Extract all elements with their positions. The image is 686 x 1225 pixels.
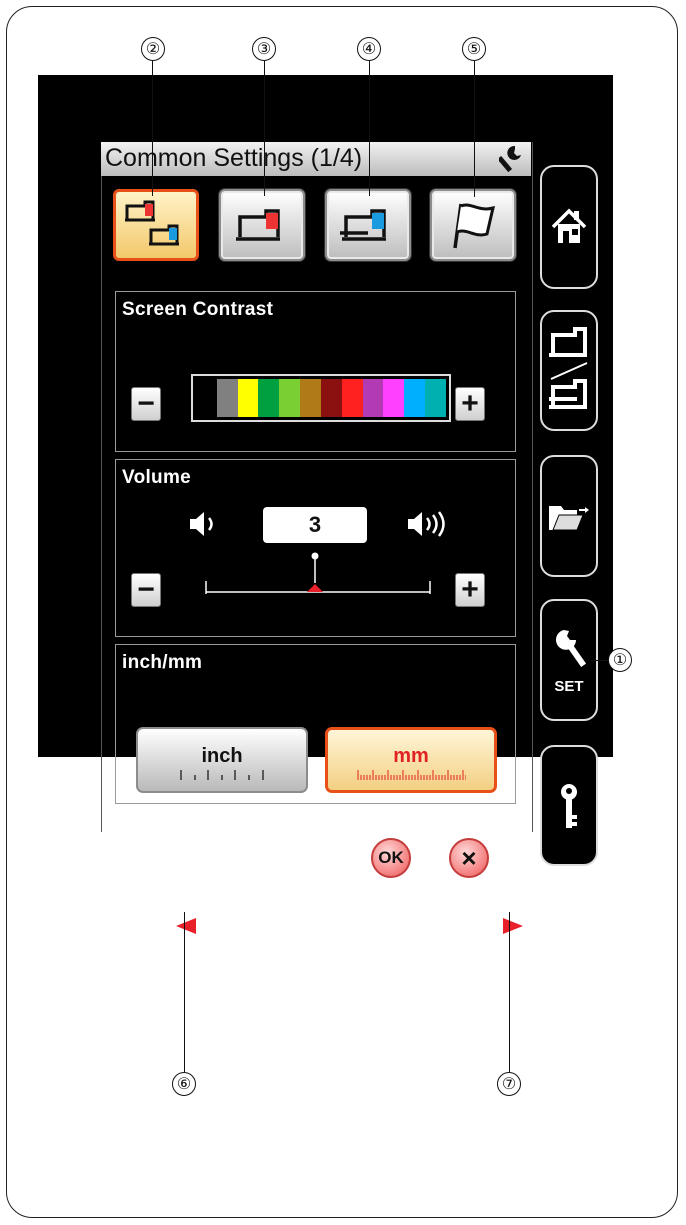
callout-6: ⑥ [172,1072,196,1096]
inch-button[interactable]: inch [136,727,308,793]
contrast-swatch [425,379,446,417]
callout-7-leader [509,912,511,1072]
callout-4-leader [369,61,371,196]
speaker-high-icon [406,509,450,544]
mm-ruler-icon [357,769,466,780]
tab-sewing-settings[interactable] [219,189,305,261]
common-machine-icon [125,200,179,246]
contrast-swatch [300,379,321,417]
contrast-swatch [258,379,280,417]
mode-switch-button[interactable] [540,310,598,431]
contrast-swatch [216,379,238,417]
contrast-swatch [341,379,363,417]
contrast-swatch [404,379,426,417]
inch-button-label: inch [201,744,243,767]
screen-contrast-group: Screen Contrast − + [115,291,516,452]
sewing-machine-icon [236,209,280,241]
volume-slider[interactable] [204,552,434,594]
lock-button[interactable] [540,745,598,866]
wrench-icon [497,144,525,177]
page-forward-key[interactable] [451,885,591,965]
mm-button[interactable]: mm [325,727,497,793]
set-wrench-icon [556,629,587,667]
home-button[interactable] [540,165,598,289]
cancel-button[interactable]: × [449,838,489,878]
contrast-swatch [237,379,259,417]
tab-embroidery-settings[interactable] [325,189,411,261]
set-label: SET [554,677,584,695]
callout-5: ⑤ [462,37,486,61]
contrast-swatch [196,379,217,417]
callout-3: ③ [252,37,276,61]
contrast-minus-button[interactable]: − [131,387,161,421]
settings-button[interactable]: SET [540,599,598,721]
page-back-key[interactable] [108,885,248,965]
tab-common-settings[interactable] [113,189,199,261]
callout-2: ② [141,37,165,61]
callout-1-leader [591,660,608,662]
title-bar: Common Settings (1/4) [101,142,531,176]
callout-5-leader [474,61,476,197]
callout-3-leader [264,61,266,196]
speaker-low-icon [188,509,222,544]
volume-minus-button[interactable]: − [131,573,161,607]
callout-7: ⑦ [497,1072,521,1096]
mode-switch-icon [549,326,588,409]
center-grip [264,887,427,963]
callout-6-leader [184,912,186,1072]
callout-4: ④ [357,37,381,61]
units-group: inch/mm inch mm [115,644,516,804]
ok-button[interactable]: OK [371,838,411,878]
home-icon [551,208,587,243]
callout-2-leader [152,61,154,196]
contrast-swatch [279,379,301,417]
page-title: Common Settings (1/4) [105,144,363,172]
inch-ruler-icon [180,769,264,780]
screen-contrast-label: Screen Contrast [122,299,274,320]
contrast-swatch [362,379,384,417]
volume-label: Volume [122,467,192,488]
mm-button-label: mm [393,744,429,767]
callout-1: ① [608,648,632,672]
units-label: inch/mm [122,652,203,673]
volume-value: 3 [263,507,367,543]
contrast-swatch [383,379,405,417]
volume-plus-button[interactable]: + [455,573,485,607]
key-icon [561,783,577,828]
volume-group: Volume 3 − + [115,459,516,637]
flag-icon [453,203,496,249]
tab-language-settings[interactable] [430,189,516,261]
contrast-plus-button[interactable]: + [455,387,485,421]
embroidery-machine-icon [340,209,386,241]
contrast-swatch [320,379,342,417]
folder-icon [549,506,589,531]
file-open-button[interactable] [540,455,598,577]
contrast-color-bar [191,374,451,422]
